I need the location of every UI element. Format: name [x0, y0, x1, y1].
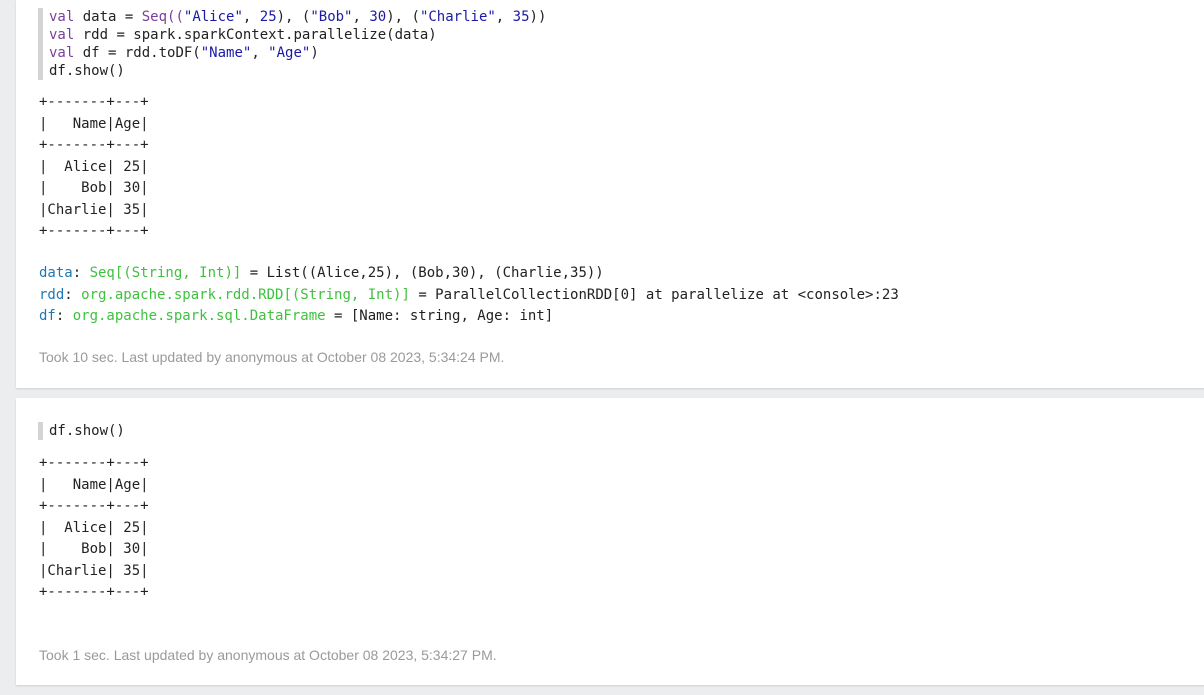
keyword: val [49, 9, 75, 25]
code-text: , [251, 45, 269, 61]
string-literal: "Alice" [183, 9, 243, 25]
result-output-1: data: Seq[(String, Int)] = List((Alice,2… [39, 263, 899, 328]
table-output-line: | Bob| 30| [39, 180, 149, 196]
string-literal: "Bob" [310, 9, 353, 25]
string-literal: "Name" [200, 45, 252, 61]
result-value: = List((Alice,25), (Bob,30), (Charlie,35… [241, 265, 604, 281]
number-literal: 25 [259, 9, 277, 25]
code-text: df.show() [49, 423, 125, 439]
result-name: df [39, 308, 56, 324]
table-output-1: +-------+---+ | Name|Age| +-------+---+ … [39, 92, 149, 243]
code-text: ), ( [276, 9, 311, 25]
result-name: rdd [39, 286, 65, 303]
code-line: df.show() [49, 62, 546, 80]
paragraph-footer: Took 10 sec. Last updated by anonymous a… [39, 349, 505, 365]
table-output-line: +-------+---+ [39, 584, 149, 600]
table-output-line: | Bob| 30| [39, 541, 149, 557]
string-literal: "Charlie" [419, 9, 496, 25]
code-editor-1[interactable]: val data = Seq(("Alice", 25), ("Bob", 30… [38, 8, 546, 80]
code-line: val data = Seq(("Alice", 25), ("Bob", 30… [49, 8, 546, 26]
code-text: , [495, 9, 513, 25]
code-editor-2[interactable]: df.show() [38, 422, 125, 440]
table-output-line: +-------+---+ [39, 94, 149, 110]
code-text: Seq(( [141, 9, 184, 25]
result-sep: : [72, 265, 90, 281]
table-output-line: +-------+---+ [39, 455, 149, 471]
result-line: data: Seq[(String, Int)] = List((Alice,2… [39, 263, 899, 285]
result-line: df: org.apache.spark.sql.DataFrame = [Na… [39, 306, 899, 328]
result-line: rdd: org.apache.spark.rdd.RDD[(String, I… [39, 285, 899, 307]
result-type: Seq[(String, Int)] [89, 265, 242, 281]
notebook-paragraph-2: df.show() +-------+---+ | Name|Age| +---… [16, 398, 1204, 685]
table-output-line: | Alice| 25| [39, 519, 149, 536]
code-text: df = rdd.toDF( [74, 45, 201, 61]
table-output-line: +-------+---+ [39, 137, 149, 153]
result-sep: : [55, 308, 73, 324]
table-output-line: +-------+---+ [39, 223, 149, 239]
number-literal: 35 [512, 9, 530, 25]
keyword: val [49, 27, 75, 43]
number-literal: 30 [369, 9, 387, 25]
result-value: = [Name: string, Age: int] [325, 308, 554, 324]
table-output-line: |Charlie| 35| [39, 562, 149, 579]
code-line: val rdd = spark.sparkContext.parallelize… [49, 26, 546, 44]
result-sep: : [64, 286, 82, 303]
code-line: val df = rdd.toDF("Name", "Age") [49, 44, 546, 62]
result-type: org.apache.spark.sql.DataFrame [72, 308, 326, 324]
code-text: , [352, 9, 370, 25]
code-text: rdd = spark.sparkContext.parallelize(dat… [74, 27, 437, 43]
code-text: data = [74, 9, 142, 25]
string-literal: "Age" [268, 45, 311, 61]
table-output-line: | Name|Age| [39, 476, 149, 493]
result-value: = ParallelCollectionRDD[0] at paralleliz… [409, 286, 899, 303]
keyword: val [49, 45, 75, 61]
notebook-paragraph-1: val data = Seq(("Alice", 25), ("Bob", 30… [16, 0, 1204, 388]
code-text: ) [310, 45, 319, 61]
code-text: ), ( [386, 9, 420, 25]
code-line: df.show() [49, 422, 125, 440]
paragraph-footer: Took 1 sec. Last updated by anonymous at… [39, 647, 497, 663]
code-text: )) [529, 9, 547, 25]
table-output-2: +-------+---+ | Name|Age| +-------+---+ … [39, 453, 149, 604]
table-output-line: +-------+---+ [39, 498, 149, 514]
code-text: df.show() [49, 63, 125, 79]
table-output-line: | Alice| 25| [39, 158, 149, 175]
code-text: , [242, 9, 260, 25]
table-output-line: | Name|Age| [39, 115, 149, 132]
table-output-line: |Charlie| 35| [39, 201, 149, 218]
result-name: data [39, 265, 73, 281]
result-type: org.apache.spark.rdd.RDD[(String, Int)] [81, 286, 410, 303]
